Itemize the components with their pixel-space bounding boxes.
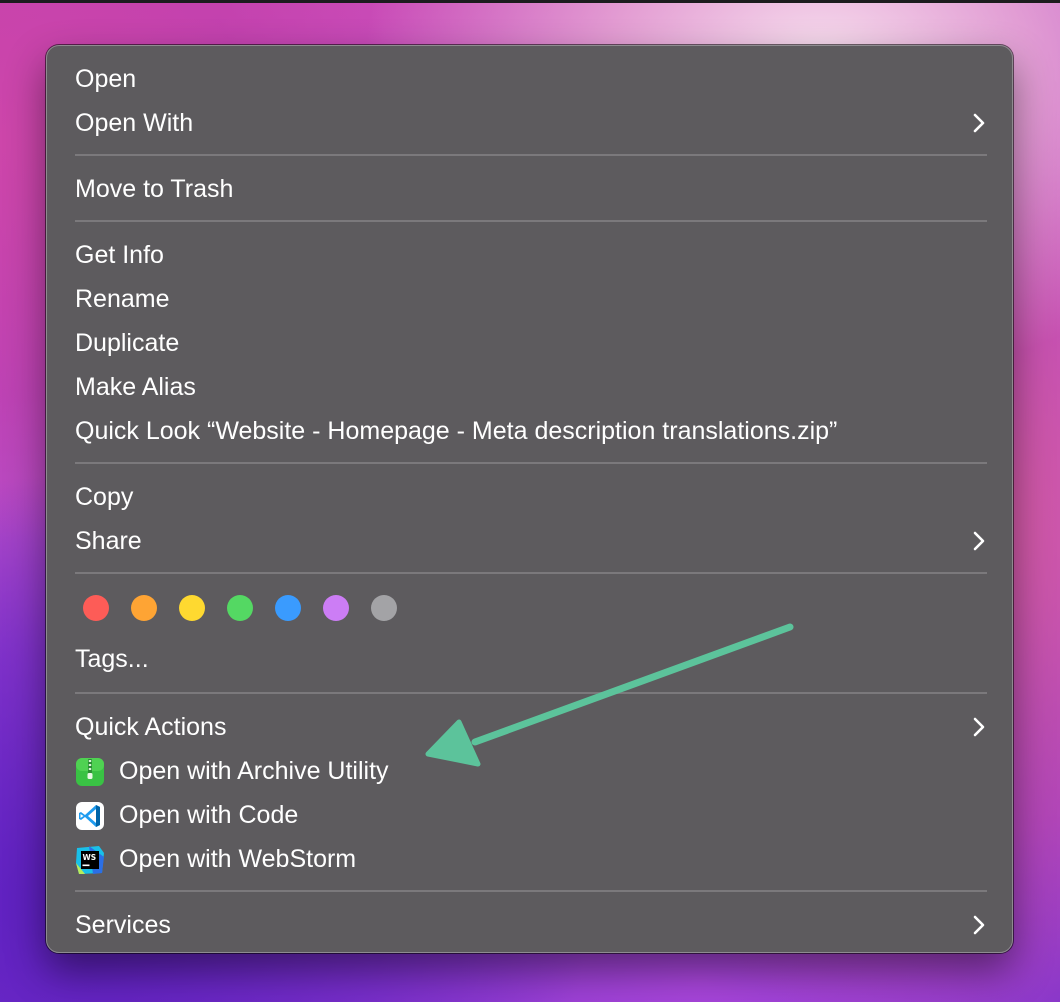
- menu-item-copy[interactable]: Copy: [47, 475, 1012, 519]
- tag-blue[interactable]: [275, 595, 301, 621]
- menu-separator: [75, 890, 987, 892]
- menu-item-label: Open with Code: [119, 801, 299, 829]
- menu-item-label: Copy: [75, 483, 134, 511]
- vscode-icon: [76, 802, 104, 830]
- menu-item-quick-actions[interactable]: Quick Actions: [47, 705, 1012, 749]
- chevron-right-icon: [973, 717, 985, 737]
- tag-red[interactable]: [83, 595, 109, 621]
- menu-item-label: Quick Actions: [75, 713, 227, 741]
- menu-item-get-info[interactable]: Get Info: [47, 233, 1012, 277]
- menu-separator: [75, 692, 987, 694]
- menu-item-duplicate[interactable]: Duplicate: [47, 321, 1012, 365]
- menu-item-label: Open with Archive Utility: [119, 757, 389, 785]
- menu-item-label: Services: [75, 911, 171, 939]
- menu-item-quick-look[interactable]: Quick Look “Website - Homepage - Meta de…: [47, 409, 1012, 453]
- menu-item-label: Open With: [75, 109, 194, 137]
- menu-item-label: Open with WebStorm: [119, 845, 357, 873]
- chevron-right-icon: [973, 113, 985, 133]
- tag-green[interactable]: [227, 595, 253, 621]
- menu-item-label: Tags...: [75, 645, 149, 673]
- menu-item-make-alias[interactable]: Make Alias: [47, 365, 1012, 409]
- menu-item-label: Rename: [75, 285, 170, 313]
- tag-yellow[interactable]: [179, 595, 205, 621]
- menu-separator: [75, 572, 987, 574]
- webstorm-icon: WS: [76, 846, 104, 874]
- context-menu: Open Open With Move to Trash Get Info Re…: [46, 45, 1013, 953]
- menu-item-open[interactable]: Open: [47, 57, 1012, 101]
- menu-item-tags[interactable]: Tags...: [47, 637, 1012, 681]
- menu-separator: [75, 154, 987, 156]
- tag-orange[interactable]: [131, 595, 157, 621]
- menu-item-open-code[interactable]: Open with Code: [47, 793, 1012, 837]
- menu-item-label: Move to Trash: [75, 175, 234, 203]
- menu-bar-edge: [0, 0, 1060, 3]
- menu-item-open-with[interactable]: Open With: [47, 101, 1012, 145]
- menu-item-label: Share: [75, 527, 142, 555]
- menu-item-share[interactable]: Share: [47, 519, 1012, 563]
- menu-item-label: Make Alias: [75, 373, 196, 401]
- menu-item-label: Duplicate: [75, 329, 180, 357]
- menu-item-label: Quick Look “Website - Homepage - Meta de…: [75, 417, 838, 445]
- menu-item-move-to-trash[interactable]: Move to Trash: [47, 167, 1012, 211]
- tag-purple[interactable]: [323, 595, 349, 621]
- menu-item-open-archive-utility[interactable]: Open with Archive Utility: [47, 749, 1012, 793]
- menu-item-open-webstorm[interactable]: WS Open with WebStorm: [47, 837, 1012, 881]
- chevron-right-icon: [973, 915, 985, 935]
- chevron-right-icon: [973, 531, 985, 551]
- archive-utility-icon: [76, 758, 104, 786]
- webstorm-badge-text: WS: [83, 853, 97, 862]
- menu-separator: [75, 462, 987, 464]
- menu-item-rename[interactable]: Rename: [47, 277, 1012, 321]
- menu-item-services[interactable]: Services: [47, 903, 1012, 947]
- menu-separator: [75, 220, 987, 222]
- menu-item-label: Open: [75, 65, 137, 93]
- menu-item-label: Get Info: [75, 241, 164, 269]
- tag-gray[interactable]: [371, 595, 397, 621]
